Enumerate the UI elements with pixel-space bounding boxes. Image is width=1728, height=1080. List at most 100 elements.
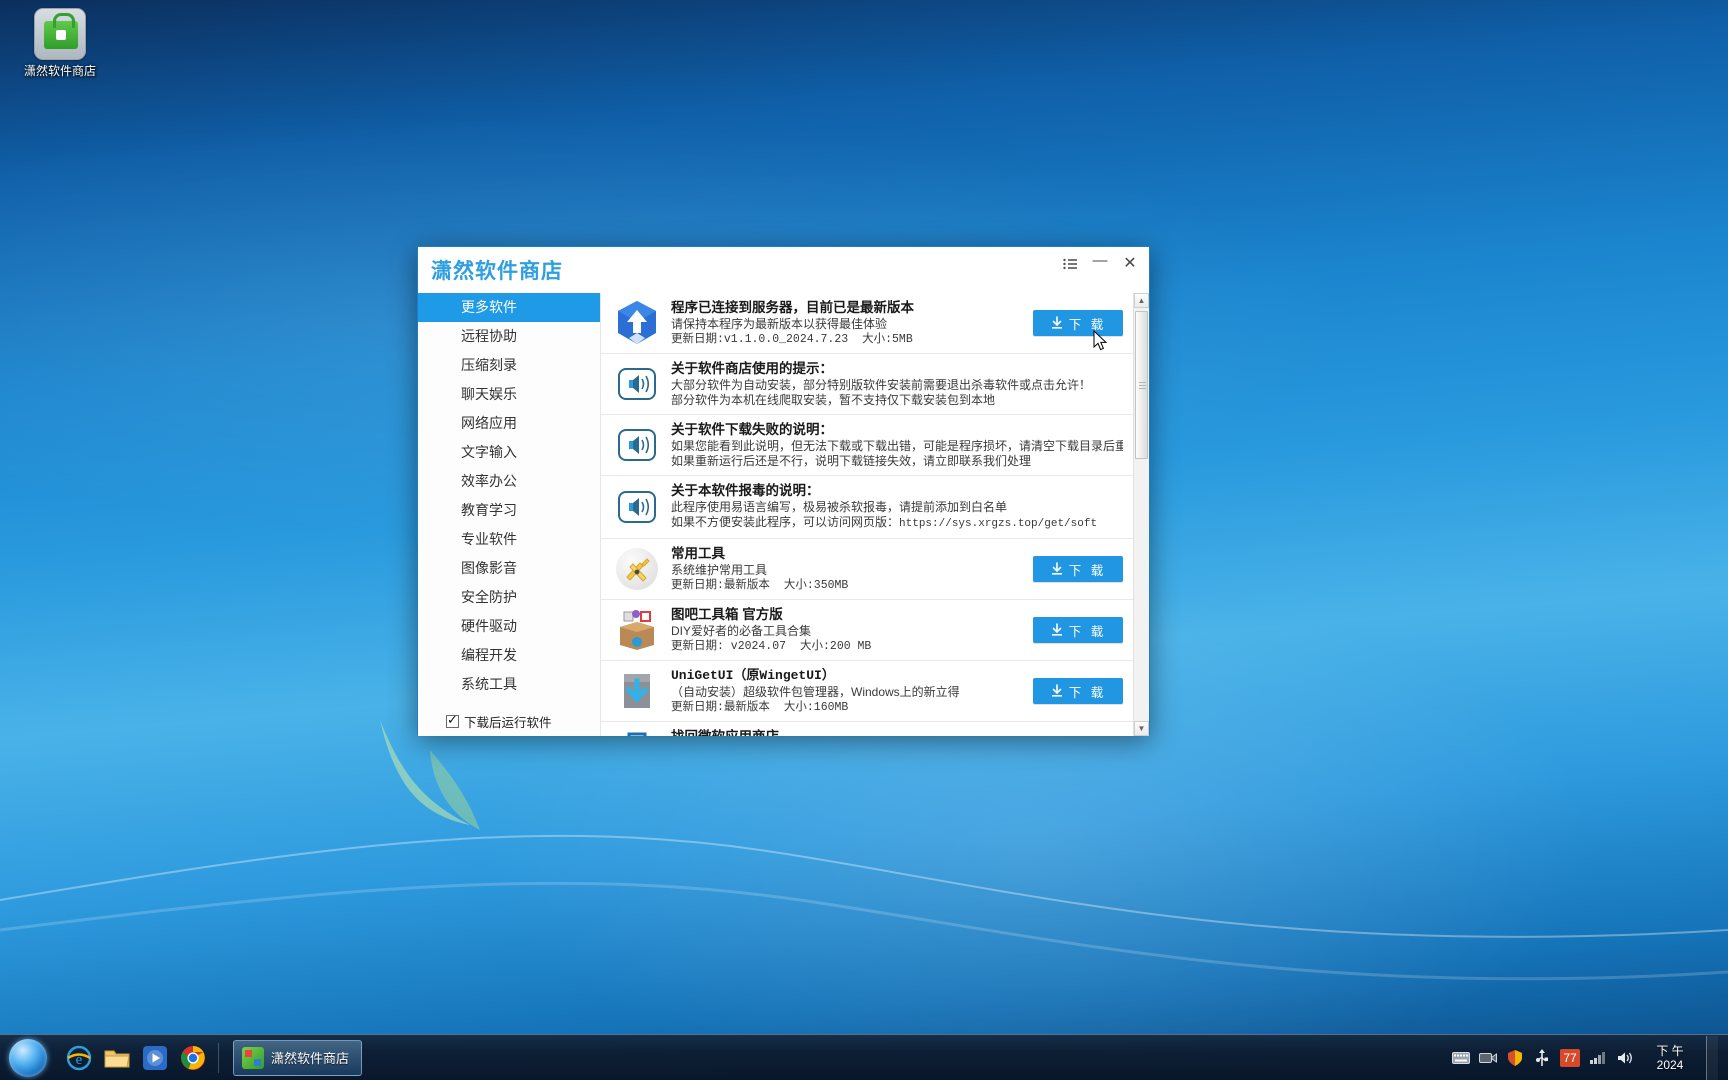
- taskbar-separator: [218, 1042, 219, 1073]
- list-item[interactable]: UniGetUI（原WingetUI） （自动安装）超级软件包管理器，Windo…: [601, 661, 1133, 722]
- usb-icon[interactable]: [1533, 1048, 1551, 1067]
- title-bar[interactable]: 潇然软件商店 — ✕: [418, 247, 1149, 293]
- download-button-label: 下 载: [1068, 563, 1107, 578]
- list-view-icon[interactable]: [1057, 253, 1083, 275]
- explorer-folder-icon[interactable]: [100, 1041, 134, 1075]
- quick-launch: e: [62, 1041, 210, 1075]
- list-item-title: 程序已连接到服务器，目前已是最新版本: [671, 300, 914, 315]
- list-item-info: 程序已连接到服务器，目前已是最新版本 请保持本程序为最新版本以获得最佳体验 更新…: [671, 299, 1023, 347]
- list-item-title: 关于软件下载失败的说明：: [671, 422, 833, 437]
- list-item-desc2-wrap: 如果不方便安装此程序，可以访问网页版：https://sys.xrgzs.top…: [671, 515, 1123, 532]
- sidebar-item-security[interactable]: 安全防护: [418, 583, 600, 612]
- sidebar-item-system-tools[interactable]: 系统工具: [418, 670, 600, 699]
- list-item[interactable]: 关于软件下载失败的说明： 如果您能看到此说明，但无法下载或下载出错，可能是程序损…: [601, 415, 1133, 476]
- list-scrollbar[interactable]: ▲ ▼: [1133, 293, 1149, 736]
- media-player-icon[interactable]: [138, 1041, 172, 1075]
- software-list: 程序已连接到服务器，目前已是最新版本 请保持本程序为最新版本以获得最佳体验 更新…: [601, 293, 1133, 736]
- clock[interactable]: 下 午 2024: [1643, 1044, 1697, 1072]
- scrollbar-thumb[interactable]: [1135, 311, 1148, 459]
- sidebar-item-image-media[interactable]: 图像影音: [418, 554, 600, 583]
- list-item-desc: 请保持本程序为最新版本以获得最佳体验: [671, 317, 888, 331]
- download-button-label: 下 载: [1068, 624, 1107, 639]
- list-item-title: 常用工具: [671, 546, 725, 561]
- chrome-icon[interactable]: [176, 1041, 210, 1075]
- system-tray: 77 下 午 2024: [1452, 1035, 1728, 1080]
- close-icon[interactable]: ✕: [1117, 253, 1143, 275]
- download-button[interactable]: 下 载: [1033, 678, 1123, 704]
- keyboard-icon[interactable]: [1452, 1049, 1470, 1067]
- list-item-info: 关于软件下载失败的说明： 如果您能看到此说明，但无法下载或下载出错，可能是程序损…: [671, 421, 1123, 469]
- run-after-download-checkbox[interactable]: [446, 712, 459, 728]
- list-item-desc: 大部分软件为自动安装，部分特别版软件安装前需要退出杀毒软件或点击允许！: [671, 378, 1092, 392]
- scroll-down-arrow[interactable]: ▼: [1134, 721, 1149, 736]
- scroll-up-arrow[interactable]: ▲: [1134, 293, 1149, 308]
- minimize-icon[interactable]: —: [1087, 253, 1113, 275]
- start-button[interactable]: [2, 1037, 54, 1079]
- list-item-size: 大小:350MB: [783, 579, 849, 592]
- speaker-icon: [613, 483, 661, 531]
- list-item[interactable]: 常用工具 系统维护常用工具 更新日期:最新版本 大小:350MB 下 载: [601, 539, 1133, 600]
- internet-explorer-icon[interactable]: e: [62, 1041, 96, 1075]
- software-list-panel: 程序已连接到服务器，目前已是最新版本 请保持本程序为最新版本以获得最佳体验 更新…: [601, 293, 1149, 736]
- list-item-size: 大小:200 MB: [800, 640, 872, 653]
- list-item-desc2: 如果重新运行后还是不行，说明下载链接失效，请立即联系我们处理: [671, 454, 1032, 468]
- list-item[interactable]: 关于本软件报毒的说明： 此程序使用易语言编写，极易被杀软报毒，请提前添加到白名单…: [601, 476, 1133, 539]
- sidebar-item-chat-entertainment[interactable]: 聊天娱乐: [418, 380, 600, 409]
- list-item-title: 关于本软件报毒的说明：: [671, 483, 820, 498]
- sidebar-item-text-input[interactable]: 文字输入: [418, 438, 600, 467]
- run-after-download-label: 下载后运行软件: [464, 715, 552, 730]
- list-item-desc: 如果您能看到此说明，但无法下载或下载出错，可能是程序损坏，请清空下载目录后重新运…: [671, 439, 1123, 453]
- list-item-desc: 此程序使用易语言编写，极易被杀软报毒，请提前添加到白名单: [671, 500, 1008, 514]
- sidebar-item-programming[interactable]: 编程开发: [418, 641, 600, 670]
- list-item[interactable]: 找回微软应用商店 通过老版本安装包修复，支持Win10及以上，32+64位系统 …: [601, 722, 1133, 736]
- minimize-glyph: —: [1092, 251, 1108, 269]
- tools-round-icon: [613, 545, 661, 593]
- list-item-desc: 系统维护常用工具: [671, 563, 768, 577]
- download-tray-icon: [613, 667, 661, 715]
- sidebar-item-office-efficiency[interactable]: 效率办公: [418, 467, 600, 496]
- list-item[interactable]: 程序已连接到服务器，目前已是最新版本 请保持本程序为最新版本以获得最佳体验 更新…: [601, 293, 1133, 354]
- sidebar-item-remote-assist[interactable]: 远程协助: [418, 322, 600, 351]
- taskbar-button-app[interactable]: 潇然软件商店: [233, 1039, 363, 1076]
- list-item-title: 找回微软应用商店: [671, 728, 1023, 736]
- sidebar-item-drivers[interactable]: 硬件驱动: [418, 612, 600, 641]
- list-item[interactable]: 关于软件商店使用的提示： 大部分软件为自动安装，部分特别版软件安装前需要退出杀毒…: [601, 354, 1133, 415]
- download-button[interactable]: 下 载: [1033, 556, 1123, 582]
- sidebar-item-education[interactable]: 教育学习: [418, 496, 600, 525]
- list-item-desc2: 部分软件为本机在线爬取安装，暂不支持仅下载安装包到本地: [671, 393, 996, 407]
- list-item-info: 常用工具 系统维护常用工具 更新日期:最新版本 大小:350MB: [671, 545, 1023, 593]
- sidebar-item-professional[interactable]: 专业软件: [418, 525, 600, 554]
- shop-bag-icon: [34, 8, 86, 60]
- close-glyph: ✕: [1123, 255, 1137, 272]
- desktop-icon-label: 潇然软件商店: [23, 64, 96, 78]
- download-button[interactable]: 下 载: [1033, 617, 1123, 643]
- show-desktop-button[interactable]: [1706, 1035, 1718, 1080]
- list-item[interactable]: 图吧工具箱 官方版 DIY爱好者的必备工具合集 更新日期: v2024.07 大小…: [601, 600, 1133, 661]
- count-badge[interactable]: 77: [1560, 1048, 1580, 1067]
- list-item-desc: （自动安装）超级软件包管理器，Windows上的新立得: [671, 685, 960, 699]
- app-title: 潇然软件商店: [431, 260, 563, 283]
- list-item-desc: DIY爱好者的必备工具合集: [671, 624, 812, 638]
- list-item-info: 关于本软件报毒的说明： 此程序使用易语言编写，极易被杀软报毒，请提前添加到白名单…: [671, 482, 1123, 532]
- sidebar-item-compress-burn[interactable]: 压缩刻录: [418, 351, 600, 380]
- list-item-meta: 更新日期:最新版本 大小:350MB: [671, 578, 1023, 593]
- list-item-date: 更新日期:最新版本: [671, 701, 770, 714]
- volume-icon[interactable]: [1616, 1049, 1634, 1067]
- list-item-size: 大小:5MB: [862, 333, 913, 346]
- window-controls: — ✕: [1057, 253, 1143, 275]
- toolbox-icon: [613, 606, 661, 654]
- list-item-meta: 更新日期: v2024.07 大小:200 MB: [671, 639, 1023, 654]
- download-icon: [1051, 562, 1062, 575]
- start-orb-icon: [9, 1038, 47, 1077]
- sidebar-item-more-software[interactable]: 更多软件: [418, 293, 600, 322]
- list-item-size: 大小:160MB: [783, 701, 849, 714]
- list-item-title: 图吧工具箱 官方版: [671, 607, 783, 622]
- sidebar-item-network-apps[interactable]: 网络应用: [418, 409, 600, 438]
- camera-icon[interactable]: [1479, 1049, 1497, 1067]
- list-item-url[interactable]: https://sys.xrgzs.top/get/soft: [899, 518, 1097, 530]
- shield-icon[interactable]: [1506, 1049, 1524, 1067]
- network-icon[interactable]: [1589, 1049, 1607, 1067]
- run-after-download-option[interactable]: 下载后运行软件: [418, 706, 600, 736]
- download-button[interactable]: 下 载: [1033, 310, 1123, 336]
- desktop-icon-app[interactable]: 潇然软件商店: [8, 8, 112, 79]
